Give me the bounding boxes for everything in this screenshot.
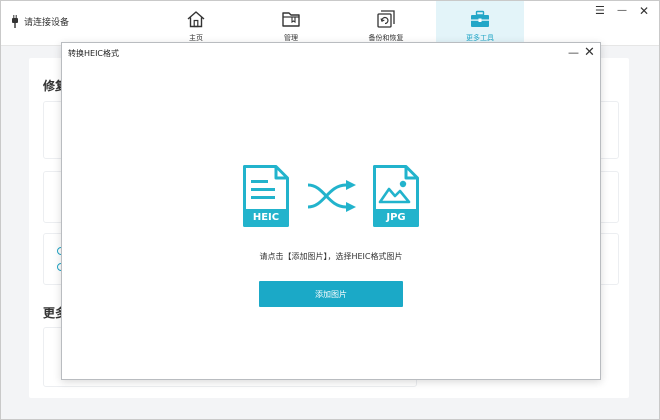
close-button[interactable]: ✕ (639, 5, 649, 17)
menu-icon[interactable]: ☰ (595, 5, 605, 17)
minimize-button[interactable]: — (617, 5, 627, 17)
conversion-illustration: HEIC JPG (240, 162, 424, 228)
top-navigation-bar: 请连接设备 主页 管理 备份和恢复 更多工具 ☰ — ✕ (1, 1, 659, 46)
device-status-text: 请连接设备 (24, 18, 70, 28)
convert-heic-dialog: 转换HEIC格式 — ✕ HEIC JPG 请点击【添加图片】，选择HEIC格式… (61, 42, 601, 380)
device-status: 请连接设备 (11, 15, 69, 28)
dialog-title: 转换HEIC格式 (68, 49, 120, 58)
app-window: 请连接设备 主页 管理 备份和恢复 更多工具 ☰ — ✕ 修复 更多 转换HEI… (0, 0, 660, 420)
dialog-close-button[interactable]: ✕ (584, 45, 595, 60)
dialog-minimize-button[interactable]: — (568, 46, 579, 59)
backup-restore-icon (376, 8, 396, 30)
add-image-button[interactable]: 添加图片 (259, 281, 403, 307)
home-icon (186, 8, 206, 30)
usb-plug-icon (12, 15, 18, 28)
tab-home[interactable]: 主页 (152, 1, 240, 45)
jpg-image-label: JPG (386, 212, 406, 223)
tab-manage[interactable]: 管理 (247, 1, 335, 45)
convert-arrows-icon (307, 180, 356, 212)
tab-backup-restore[interactable]: 备份和恢复 (342, 1, 430, 45)
dialog-header: 转换HEIC格式 — ✕ (62, 43, 600, 63)
tab-more-tools[interactable]: 更多工具 (436, 1, 524, 45)
heic-file-label: HEIC (252, 212, 280, 223)
instruction-text: 请点击【添加图片】，选择HEIC格式图片 (259, 252, 403, 261)
folder-icon (281, 8, 301, 30)
toolbox-icon (469, 8, 491, 30)
